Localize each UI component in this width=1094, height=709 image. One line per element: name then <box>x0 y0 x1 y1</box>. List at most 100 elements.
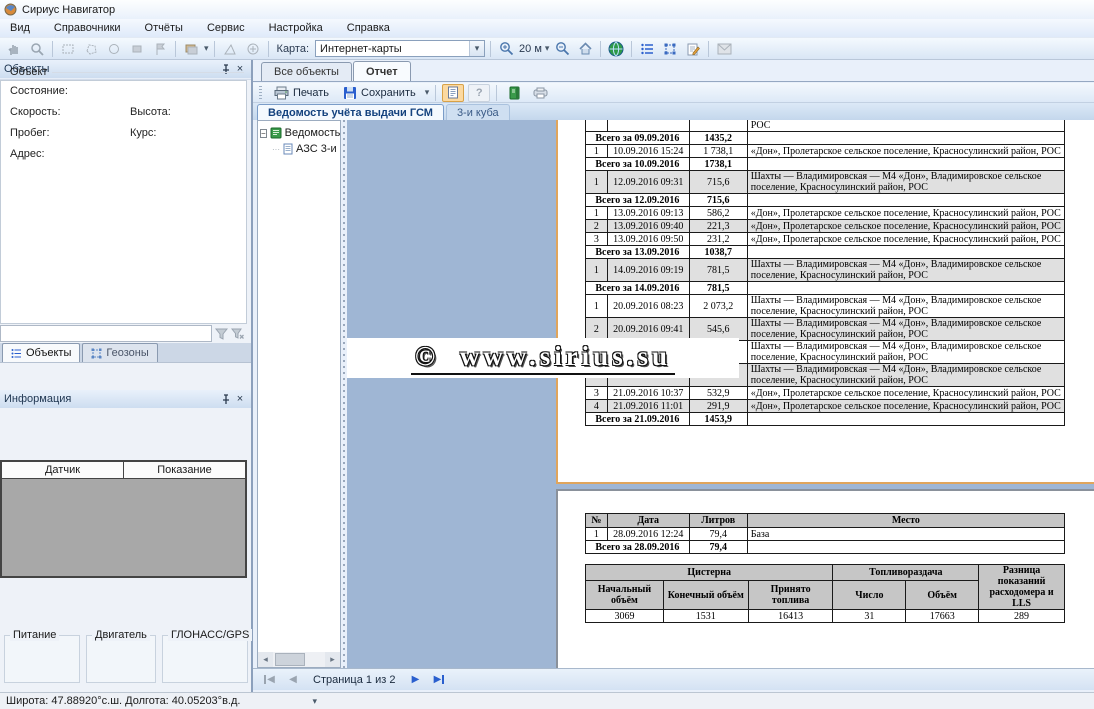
clear-filter-icon[interactable] <box>231 328 244 340</box>
save-button[interactable]: Сохранить <box>338 84 421 102</box>
help-button[interactable]: ? <box>468 84 490 102</box>
select-polygon-icon[interactable] <box>81 40 101 58</box>
state-label: Состояние: <box>10 85 68 97</box>
report-page-1: РОСВсего за 09.09.20161435,2 1 10.09.2016 … <box>556 120 1094 484</box>
globe-icon[interactable] <box>606 40 626 58</box>
map-source-caret-icon[interactable]: ▾ <box>469 41 484 56</box>
track-flag-icon[interactable] <box>150 40 170 58</box>
filter-input[interactable] <box>0 325 212 342</box>
tab-objects[interactable]: Объекты <box>2 343 80 362</box>
zoom-window-icon[interactable] <box>27 40 47 58</box>
tab-3i-kuba[interactable]: 3-и куба <box>446 104 510 120</box>
filter-icon[interactable] <box>215 328 228 340</box>
tree-child-label: АЗС 3-и <box>296 143 337 155</box>
menu-item[interactable]: Справка <box>347 22 390 34</box>
mail-icon[interactable] <box>714 40 734 58</box>
difference-value: 289 <box>979 610 1065 623</box>
prev-page-button[interactable]: ◀ <box>283 671 303 689</box>
move-object-icon[interactable] <box>127 40 147 58</box>
menu-item[interactable]: Настройка <box>269 22 323 34</box>
pan-hand-icon[interactable] <box>4 40 24 58</box>
num-cell: 3 <box>586 233 608 246</box>
title-bar: Сириус Навигатор <box>0 0 1094 19</box>
zoom-in-icon[interactable] <box>496 40 516 58</box>
place-cell <box>747 413 1064 426</box>
edit-note-icon[interactable] <box>683 40 703 58</box>
menu-item[interactable]: Вид <box>10 22 30 34</box>
tree-collapse-icon[interactable]: − <box>260 129 267 138</box>
place-cell <box>747 158 1064 171</box>
pin-icon[interactable] <box>219 62 233 76</box>
tab-all-objects[interactable]: Все объекты <box>261 62 352 81</box>
num-cell: 3 <box>586 387 608 400</box>
date-cell: 10.09.2016 15:24 <box>607 145 689 158</box>
close-icon[interactable]: × <box>233 62 247 76</box>
cistern-group-header: Цистерна <box>586 565 833 581</box>
page-indicator: Страница 1 из 2 <box>307 674 401 686</box>
tab-report[interactable]: Отчет <box>353 61 411 81</box>
geozones-tab-label: Геозоны <box>106 347 148 359</box>
date-cell: 28.09.2016 12:24 <box>607 528 689 541</box>
zoom-out-icon[interactable] <box>552 40 572 58</box>
menu-item[interactable]: Сервис <box>207 22 245 34</box>
table-row: Всего за 14.09.2016781,5 <box>586 282 1065 295</box>
object-list-icon[interactable] <box>637 40 657 58</box>
menu-item[interactable]: Отчёты <box>145 22 183 34</box>
received-fuel-value: 16413 <box>748 610 833 623</box>
table-row: 128.09.2016 12:2479,4База <box>586 528 1065 541</box>
tree-splitter[interactable] <box>342 120 346 668</box>
value-col-header: Показание <box>124 462 245 478</box>
pin-icon[interactable] <box>219 392 233 406</box>
first-page-button[interactable]: ◀ <box>259 671 279 689</box>
measure-distance-icon[interactable] <box>243 40 263 58</box>
single-page-view-button[interactable] <box>442 84 464 102</box>
address-label: Адрес: <box>10 148 45 160</box>
col-header-date: Дата <box>607 514 689 528</box>
sensor-table: Датчик Показание <box>0 460 247 578</box>
print-button[interactable]: Печать <box>269 84 334 102</box>
liters-cell: 781,5 <box>689 259 747 282</box>
select-rect-icon[interactable] <box>58 40 78 58</box>
map-source-select[interactable]: Интернет-карты ▾ <box>315 40 485 57</box>
zoom-scale-caret-icon[interactable]: ▾ <box>545 43 550 54</box>
num-cell <box>586 120 608 132</box>
tab-geozones[interactable]: Геозоны <box>82 343 157 362</box>
total-liters-cell: 1038,7 <box>689 246 747 259</box>
report-page-viewer: РОСВсего за 09.09.20161435,2 1 10.09.2016 … <box>347 120 1094 668</box>
place-cell: РОС <box>747 120 1064 132</box>
status-caret-icon[interactable]: ▾ <box>312 696 317 707</box>
close-icon[interactable]: × <box>233 392 247 406</box>
table-row: РОС <box>586 120 1065 132</box>
total-label-cell: Всего за 12.09.2016 <box>586 194 690 207</box>
layers-caret-icon[interactable]: ▾ <box>204 43 209 54</box>
layers-icon[interactable] <box>181 40 201 58</box>
scrollbar-thumb[interactable] <box>275 653 305 666</box>
sensor-col-header: Датчик <box>2 462 124 478</box>
book-view-button[interactable] <box>503 84 525 102</box>
coordinates-readout: Широта: 47.88920°с.ш. Долгота: 40.05203°… <box>6 695 240 707</box>
page-setup-button[interactable] <box>529 84 551 102</box>
total-liters-cell: 1435,2 <box>689 132 747 145</box>
home-icon[interactable] <box>575 40 595 58</box>
tree-node-child[interactable]: ··· АЗС 3-и <box>272 141 340 157</box>
scroll-right-icon[interactable]: ▸ <box>325 652 340 667</box>
last-page-button[interactable]: ▶ <box>429 671 449 689</box>
total-liters-cell: 781,5 <box>689 282 747 295</box>
date-cell <box>607 120 689 132</box>
tree-node-root[interactable]: − Ведомость <box>258 125 340 141</box>
menu-item[interactable]: Справочники <box>54 22 121 34</box>
next-page-button[interactable]: ▶ <box>405 671 425 689</box>
num-cell: 1 <box>586 528 608 541</box>
num-cell: 1 <box>586 207 608 220</box>
tree-horizontal-scrollbar[interactable]: ◂ ▸ <box>258 652 340 667</box>
scroll-left-icon[interactable]: ◂ <box>258 652 273 667</box>
num-cell: 4 <box>586 400 608 413</box>
toolbar-grip[interactable] <box>259 86 262 100</box>
table-row: Всего за 09.09.20161435,2 <box>586 132 1065 145</box>
measure-angle-icon[interactable] <box>220 40 240 58</box>
tab-vedomost[interactable]: Ведомость учёта выдачи ГСМ <box>257 104 444 120</box>
select-circle-icon[interactable] <box>104 40 124 58</box>
table-row: Всего за 21.09.20161453,9 <box>586 413 1065 426</box>
geozone-icon[interactable] <box>660 40 680 58</box>
save-options-caret-icon[interactable]: ▾ <box>425 87 430 98</box>
